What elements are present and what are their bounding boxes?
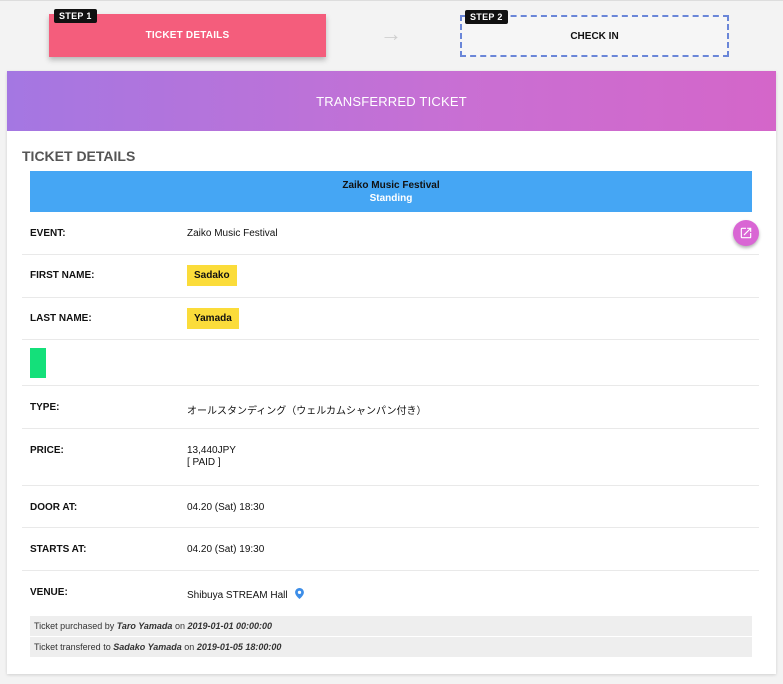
step-2-tag: STEP 2: [465, 10, 508, 24]
row-starts: STARTS AT: 04.20 (Sat) 19:30: [22, 528, 759, 571]
row-status: [22, 340, 759, 386]
row-price: PRICE: 13,440JPY [ PAID ]: [22, 429, 759, 486]
status-indicator: [30, 348, 46, 378]
step-2-check-in[interactable]: STEP 2 CHECK IN: [460, 10, 729, 57]
external-link-icon: [740, 227, 752, 239]
step-2-label: CHECK IN: [570, 30, 619, 42]
event-header-class: Standing: [369, 193, 413, 204]
row-label: STARTS AT:: [30, 544, 87, 555]
step-1-ticket-details[interactable]: STEP 1 TICKET DETAILS: [49, 9, 326, 57]
row-label: FIRST NAME:: [30, 270, 95, 281]
last-name-value: Yamada: [187, 308, 239, 329]
open-event-button[interactable]: [733, 220, 759, 246]
door-value: 04.20 (Sat) 18:30: [187, 502, 265, 513]
venue-value[interactable]: Shibuya STREAM Hall: [187, 588, 305, 601]
note-text: on: [174, 621, 185, 631]
step-1-label: TICKET DETAILS: [145, 30, 230, 41]
purchase-note: Ticket purchased by Taro Yamada on 2019-…: [30, 616, 752, 636]
ticket-history: Ticket purchased by Taro Yamada on 2019-…: [30, 616, 752, 658]
banner-title: TRANSFERRED TICKET: [316, 93, 467, 109]
row-label: PRICE:: [30, 445, 64, 456]
first-name-chip: Sadako: [187, 265, 237, 286]
type-value: オールスタンディング（ウェルカムシャンパン付き）: [187, 406, 427, 417]
starts-value: 04.20 (Sat) 19:30: [187, 544, 265, 555]
last-name-chip: Yamada: [187, 308, 239, 329]
transfer-date: 2019-01-05 18:00:00: [196, 642, 282, 652]
transferred-ticket-banner: TRANSFERRED TICKET: [7, 71, 776, 131]
row-door: DOOR AT: 04.20 (Sat) 18:30: [22, 486, 759, 528]
first-name-value: Sadako: [187, 265, 237, 286]
section-title: TICKET DETAILS: [22, 148, 136, 164]
ticket-details-table: EVENT: Zaiko Music Festival FIRST NAME: …: [22, 212, 759, 615]
row-venue: VENUE: Shibuya STREAM Hall: [22, 571, 759, 615]
step-progress-bar: STEP 1 TICKET DETAILS → STEP 2 CHECK IN: [0, 0, 783, 70]
transfer-note: Ticket transfered to Sadako Yamada on 20…: [30, 637, 752, 657]
row-type: TYPE: オールスタンディング（ウェルカムシャンパン付き）: [22, 386, 759, 429]
note-text: on: [184, 642, 195, 652]
row-label: LAST NAME:: [30, 313, 92, 324]
payment-status: [ PAID ]: [187, 457, 221, 468]
note-text: Ticket transfered to: [34, 642, 111, 652]
row-label: EVENT:: [30, 228, 66, 239]
purchase-date: 2019-01-01 00:00:00: [187, 621, 273, 631]
step-1-tag: STEP 1: [54, 9, 97, 23]
event-header-name: Zaiko Music Festival: [342, 180, 440, 191]
event-value: Zaiko Music Festival: [187, 228, 278, 239]
row-label: DOOR AT:: [30, 502, 78, 513]
recipient-name: Sadako Yamada: [113, 642, 182, 652]
venue-name[interactable]: Shibuya STREAM Hall: [187, 590, 288, 601]
arrow-right-icon: →: [380, 21, 402, 46]
row-label: VENUE:: [30, 587, 68, 598]
map-pin-icon[interactable]: [295, 588, 305, 599]
price-amount: 13,440JPY: [187, 445, 236, 456]
note-text: Ticket purchased by: [34, 621, 115, 631]
row-last-name: LAST NAME: Yamada: [22, 298, 759, 340]
row-first-name: FIRST NAME: Sadako: [22, 255, 759, 298]
ticket-card: TRANSFERRED TICKET TICKET DETAILS Zaiko …: [7, 71, 776, 674]
row-event: EVENT: Zaiko Music Festival: [22, 212, 759, 255]
price-value: 13,440JPY [ PAID ]: [187, 445, 236, 469]
purchaser-name: Taro Yamada: [116, 621, 173, 631]
row-label: TYPE:: [30, 402, 60, 413]
event-header: Zaiko Music Festival Standing: [30, 171, 752, 212]
